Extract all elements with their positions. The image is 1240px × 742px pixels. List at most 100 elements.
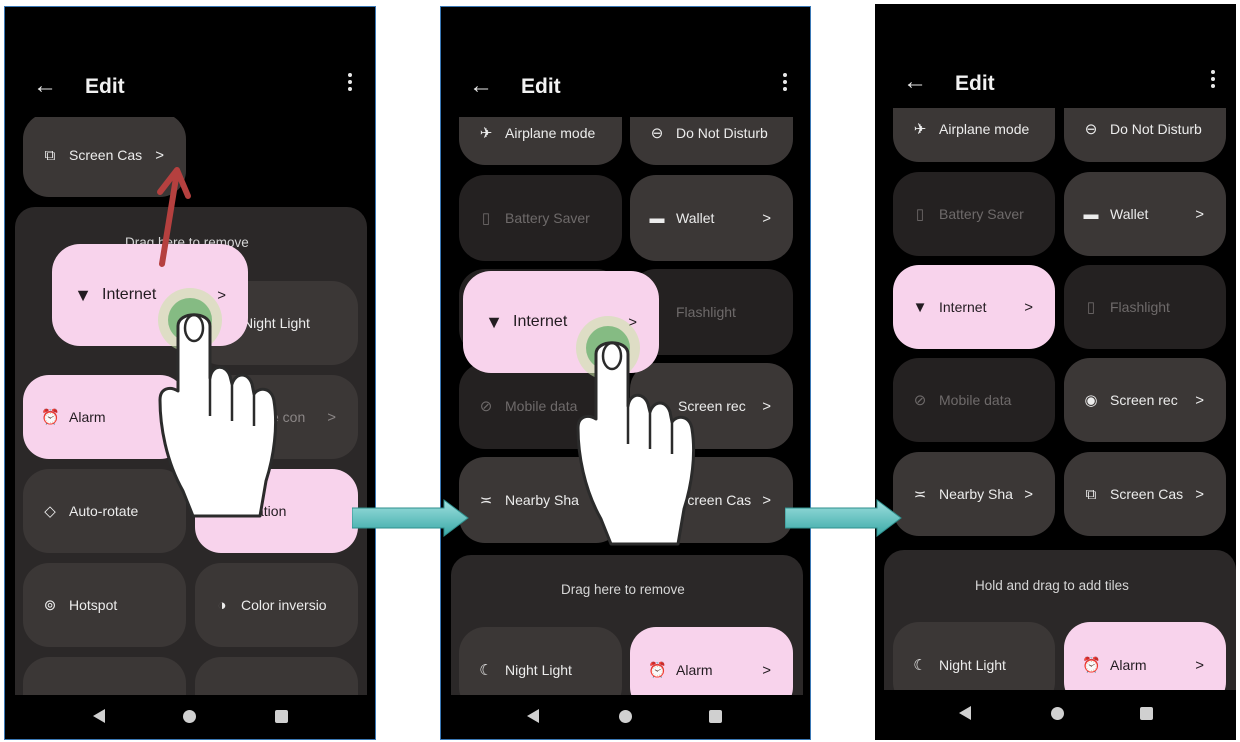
tile-label: Screen Cas <box>1110 486 1184 502</box>
hand-pointer-icon <box>158 288 278 518</box>
more-options-icon[interactable] <box>347 73 353 95</box>
nav-home-icon[interactable] <box>183 710 196 723</box>
nearby-share-icon: ≍ <box>913 486 927 503</box>
alarm-clock-icon: ⏰ <box>648 662 667 679</box>
tile-label: Screen rec <box>1110 392 1178 408</box>
chevron-right-icon: > <box>1024 298 1033 316</box>
tile-mobile-data[interactable]: ⊘ Mobile data <box>893 358 1055 442</box>
chevron-right-icon: > <box>1024 485 1033 503</box>
tile-label: Screen Cas <box>69 147 143 163</box>
tile-wallet[interactable]: ▬ Wallet > <box>630 175 793 261</box>
tile-nearby-share[interactable]: ≍ Nearby Sha > <box>893 452 1055 536</box>
battery-icon: ▯ <box>481 210 491 227</box>
more-options-icon[interactable] <box>782 73 788 95</box>
drag-direction-arrow-icon <box>157 167 191 267</box>
tile-label: Hotspot <box>69 597 118 613</box>
tile-label: Battery Saver <box>505 210 590 226</box>
next-step-arrow-icon <box>785 499 902 537</box>
tile-battery-saver[interactable]: ▯ Battery Saver <box>893 172 1055 256</box>
tile-flashlight[interactable]: ▯ Flashlight <box>1064 265 1226 349</box>
nav-back-icon[interactable] <box>527 709 539 723</box>
back-arrow-icon[interactable]: ← <box>903 70 927 94</box>
navigation-bar <box>5 695 375 739</box>
tile-wallet[interactable]: ▬ Wallet > <box>1064 172 1226 256</box>
tile-label: Do Not Disturb <box>676 125 768 141</box>
nav-home-icon[interactable] <box>619 710 632 723</box>
nav-home-icon[interactable] <box>1051 707 1064 720</box>
tile-label: Flashlight <box>1110 299 1170 315</box>
no-sim-icon: ⊘ <box>479 398 493 415</box>
wifi-icon: ▼ <box>485 311 503 332</box>
phone-screen-3: ← Edit ✈ Airplane mode ⊖ Do Not Disturb … <box>875 4 1236 740</box>
top-bar: ← Edit <box>5 7 375 117</box>
tile-battery-saver[interactable]: ▯ Battery Saver <box>459 175 622 261</box>
record-icon: ◉ <box>1084 392 1098 409</box>
back-arrow-icon[interactable]: ← <box>33 74 57 98</box>
tile-label: Night Light <box>939 657 1006 673</box>
tile-label: Nearby Sha <box>939 486 1013 502</box>
flashlight-icon: ▯ <box>1086 299 1096 316</box>
moon-icon: ☾ <box>913 657 927 674</box>
nav-back-icon[interactable] <box>959 706 971 720</box>
tile-screen-record[interactable]: ◉ Screen rec > <box>1064 358 1226 442</box>
tile-label: Wallet <box>676 210 715 226</box>
chevron-right-icon: > <box>1195 391 1204 409</box>
page-title: Edit <box>85 75 125 98</box>
tile-label: Mobile data <box>939 392 1012 408</box>
contrast-icon: ◑ <box>217 596 227 614</box>
dnd-icon: ⊖ <box>1084 121 1098 138</box>
more-options-icon[interactable] <box>1210 70 1216 92</box>
hotspot-icon: ⊚ <box>43 597 57 614</box>
tile-label: Alarm <box>1110 657 1147 673</box>
nav-recents-icon[interactable] <box>275 710 288 723</box>
chevron-right-icon: > <box>1195 205 1204 223</box>
alarm-clock-icon: ⏰ <box>41 409 60 426</box>
wifi-icon: ▼ <box>912 298 928 316</box>
rotate-icon: ◇ <box>44 503 56 520</box>
wifi-icon: ▼ <box>74 284 92 305</box>
airplane-icon: ✈ <box>913 121 927 138</box>
drag-remove-text: Drag here to remove <box>561 582 685 597</box>
nav-back-icon[interactable] <box>93 709 105 723</box>
nav-recents-icon[interactable] <box>709 710 722 723</box>
chevron-right-icon: > <box>1195 485 1204 503</box>
navigation-bar <box>875 690 1236 740</box>
chevron-right-icon: > <box>327 408 336 426</box>
top-bar: ← Edit <box>875 4 1236 108</box>
alarm-clock-icon: ⏰ <box>1082 657 1101 674</box>
next-step-arrow-icon <box>352 499 469 537</box>
nav-recents-icon[interactable] <box>1140 707 1153 720</box>
page-title: Edit <box>521 75 561 98</box>
wallet-icon: ▬ <box>1083 205 1099 223</box>
hand-pointer-icon <box>576 316 696 546</box>
tile-label: Alarm <box>69 409 106 425</box>
tile-internet[interactable]: ▼ Internet > <box>893 265 1055 349</box>
chevron-right-icon: > <box>762 661 771 679</box>
tile-label: Auto-rotate <box>69 503 139 519</box>
chevron-right-icon: > <box>762 491 771 509</box>
tile-label: Airplane mode <box>505 125 596 141</box>
tile-hotspot[interactable]: ⊚ Hotspot <box>23 563 186 647</box>
page-title: Edit <box>955 72 995 95</box>
navigation-bar <box>441 695 810 739</box>
battery-icon: ▯ <box>915 206 925 223</box>
tile-label: Do Not Disturb <box>1110 121 1202 137</box>
tile-label: Internet <box>939 299 987 315</box>
cast-icon: ⧉ <box>1085 485 1097 503</box>
no-sim-icon: ⊘ <box>913 392 927 409</box>
back-arrow-icon[interactable]: ← <box>469 74 493 98</box>
tile-color-inversion[interactable]: ◑ Color inversio <box>195 563 358 647</box>
add-tiles-text: Hold and drag to add tiles <box>975 578 1129 593</box>
tile-label: Wallet <box>1110 206 1149 222</box>
nearby-share-icon: ≍ <box>479 492 493 509</box>
chevron-right-icon: > <box>762 209 771 227</box>
tile-screen-cast[interactable]: ⧉ Screen Cas > <box>1064 452 1226 536</box>
tile-label: Internet <box>513 313 568 330</box>
tile-label: Alarm <box>676 662 713 678</box>
cast-icon: ⧉ <box>44 146 56 164</box>
moon-icon: ☾ <box>479 662 493 679</box>
chevron-right-icon: > <box>762 397 771 415</box>
tile-label: Night Light <box>505 662 572 678</box>
tile-label: Color inversio <box>241 597 327 613</box>
wallet-icon: ▬ <box>649 209 665 227</box>
